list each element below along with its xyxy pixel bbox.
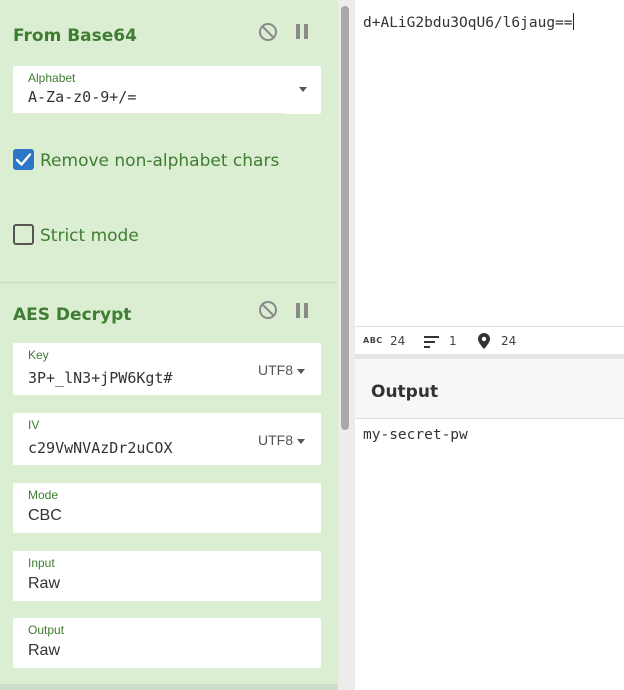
operation-divider [0, 282, 338, 283]
iv-input[interactable]: c29VwNVAzDr2uCOX [28, 439, 173, 457]
output-format-label: Output [28, 623, 65, 637]
input-format-dropdown[interactable]: Input Raw [13, 551, 321, 601]
disable-icon[interactable] [258, 22, 278, 42]
recipe-scrollbar[interactable] [338, 0, 355, 690]
output-title: Output [371, 382, 439, 402]
cursor-position: 24 [501, 334, 517, 348]
input-status-bar: ABC 24 1 24 [355, 326, 624, 356]
pause-icon[interactable] [296, 24, 310, 40]
pause-icon[interactable] [296, 303, 310, 319]
remove-non-alphabet-label[interactable]: Remove non-alphabet chars [40, 151, 279, 171]
strict-mode-checkbox[interactable] [13, 224, 34, 245]
strict-mode-label[interactable]: Strict mode [40, 226, 139, 246]
mode-value: CBC [28, 507, 62, 524]
op-title-aes-decrypt: AES Decrypt [13, 305, 132, 325]
output-textarea[interactable]: my-secret-pw [355, 420, 624, 690]
output-format-value: Raw [28, 642, 61, 659]
input-format-value: Raw [28, 575, 61, 592]
input-text-wrap: d+ALiG2bdu3OqU6/l6jaug== [363, 13, 574, 31]
recipe-panel: From Base64 Alphabet A-Za-z0-9+/= Remove… [0, 0, 338, 690]
alphabet-dropdown[interactable]: Alphabet A-Za-z0-9+/= [13, 66, 321, 114]
mode-dropdown[interactable]: Mode CBC [13, 483, 321, 533]
input-line-count: 1 [449, 334, 457, 348]
input-text: d+ALiG2bdu3OqU6/l6jaug== [363, 15, 573, 31]
alphabet-label: Alphabet [28, 71, 76, 85]
checkmark-icon [15, 153, 32, 166]
key-input[interactable]: 3P+_lN3+jPW6Kgt# [28, 369, 173, 387]
lines-icon [424, 336, 439, 348]
iv-encoding-dropdown[interactable]: UTF8 [258, 432, 305, 448]
chevron-down-icon[interactable] [299, 87, 307, 92]
key-encoding-value: UTF8 [258, 362, 293, 378]
iv-label: IV [28, 418, 40, 432]
iv-field[interactable]: IV c29VwNVAzDr2uCOX UTF8 [13, 413, 321, 465]
input-format-label: Input [28, 556, 55, 570]
mode-label: Mode [28, 488, 59, 502]
output-format-dropdown[interactable]: Output Raw [13, 618, 321, 668]
key-label: Key [28, 348, 49, 362]
output-header: Output [355, 359, 624, 419]
location-pin-icon [478, 333, 490, 349]
output-text: my-secret-pw [363, 427, 468, 443]
abc-length-icon: ABC [363, 336, 383, 345]
iv-encoding-value: UTF8 [258, 432, 293, 448]
key-field[interactable]: Key 3P+_lN3+jPW6Kgt# UTF8 [13, 343, 321, 395]
field-underline [13, 113, 285, 114]
disable-icon[interactable] [258, 300, 278, 320]
input-length: 24 [390, 334, 406, 348]
key-encoding-dropdown[interactable]: UTF8 [258, 362, 305, 378]
operation-divider [0, 684, 338, 690]
alphabet-value: A-Za-z0-9+/= [28, 88, 137, 106]
chevron-down-icon [297, 438, 305, 444]
remove-non-alphabet-checkbox[interactable] [13, 149, 34, 170]
recipe-scrollbar-thumb[interactable] [341, 6, 349, 430]
input-textarea[interactable]: d+ALiG2bdu3OqU6/l6jaug== [355, 0, 624, 326]
op-title-from-base64: From Base64 [13, 26, 137, 46]
text-cursor [572, 13, 574, 30]
chevron-down-icon [297, 368, 305, 374]
